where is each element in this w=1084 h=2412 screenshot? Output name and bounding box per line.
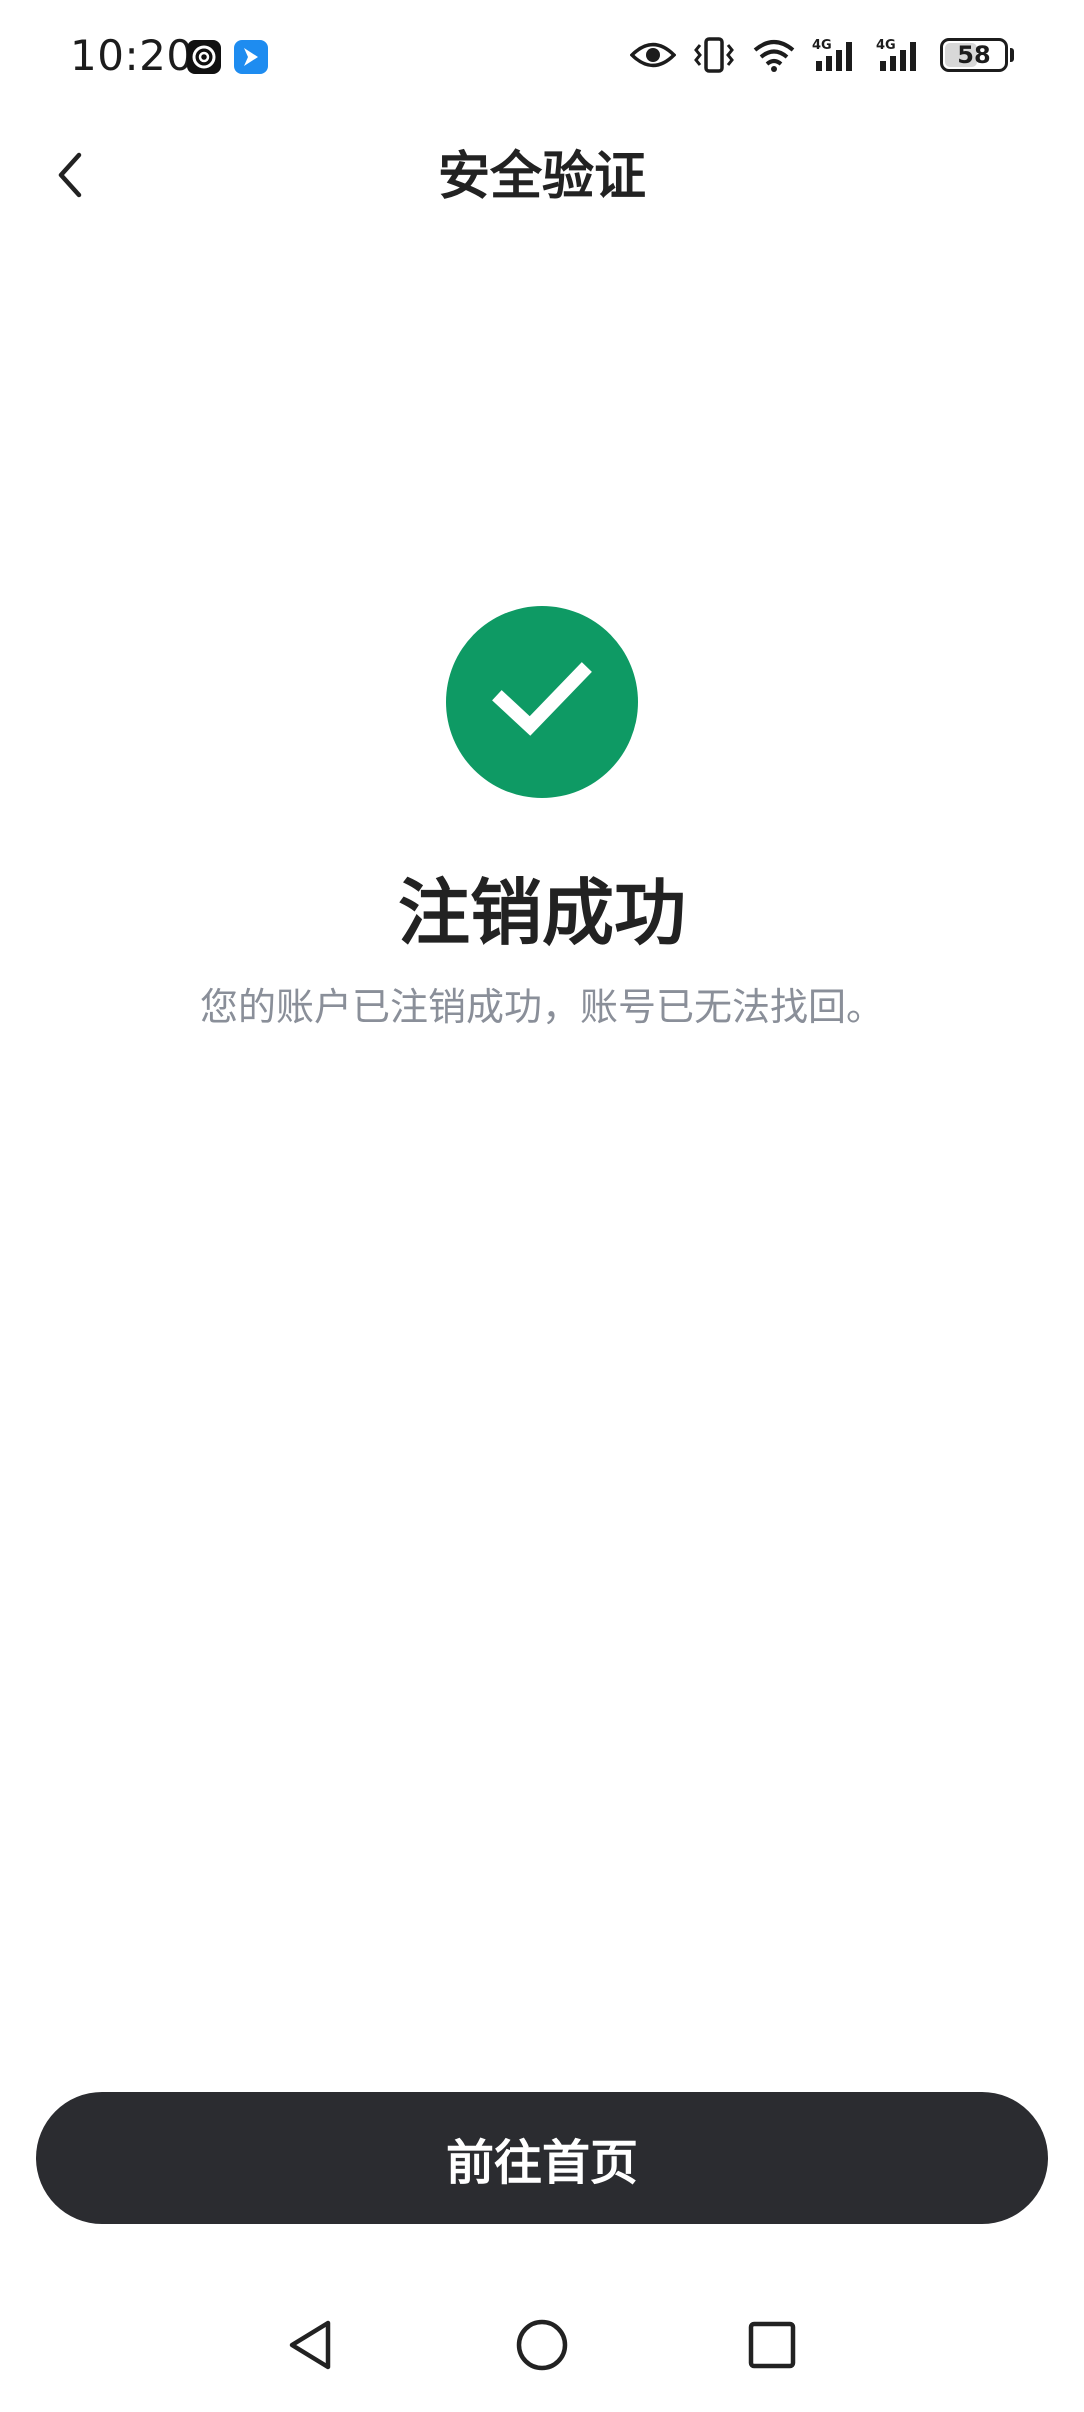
wifi-icon <box>752 38 796 72</box>
nav-home-icon <box>514 2317 570 2377</box>
eye-icon <box>630 40 676 70</box>
network-label: 4G <box>876 38 896 53</box>
app-notification-icon <box>234 40 268 74</box>
network-label: 4G <box>812 38 832 53</box>
result-description: 您的账户已注销成功，账号已无法找回。 <box>199 985 884 1029</box>
signal-4g-icon: 4G <box>876 37 924 73</box>
app-notification-icon <box>187 40 221 74</box>
battery: 58 <box>940 38 1008 72</box>
nav-recents-button[interactable] <box>737 2312 807 2382</box>
chevron-left-icon <box>51 149 91 205</box>
go-home-button[interactable]: 前往首页 <box>36 2092 1048 2224</box>
status-time: 10:20 <box>70 31 194 80</box>
nav-home-button[interactable] <box>507 2312 577 2382</box>
vibrate-icon <box>692 37 736 73</box>
battery-icon: 58 <box>940 38 1014 72</box>
nav-back-button[interactable] <box>275 2312 345 2382</box>
back-button[interactable] <box>36 142 106 212</box>
nav-recents-icon <box>746 2319 798 2375</box>
status-icons: 4G 4G 58 <box>630 30 1014 80</box>
battery-tip <box>1010 48 1014 62</box>
battery-level: 58 <box>957 41 991 69</box>
signal-4g-icon: 4G <box>812 37 860 73</box>
nav-back-icon <box>284 2317 336 2377</box>
checkmark-icon <box>492 660 592 744</box>
success-badge <box>446 606 638 798</box>
result-title: 注销成功 <box>397 871 686 955</box>
status-bar: 10:20 4G 4G 58 <box>0 0 1084 112</box>
title-bar: 安全验证 <box>0 112 1084 242</box>
navigation-bar <box>0 2290 1084 2412</box>
page-title: 安全验证 <box>437 147 646 207</box>
